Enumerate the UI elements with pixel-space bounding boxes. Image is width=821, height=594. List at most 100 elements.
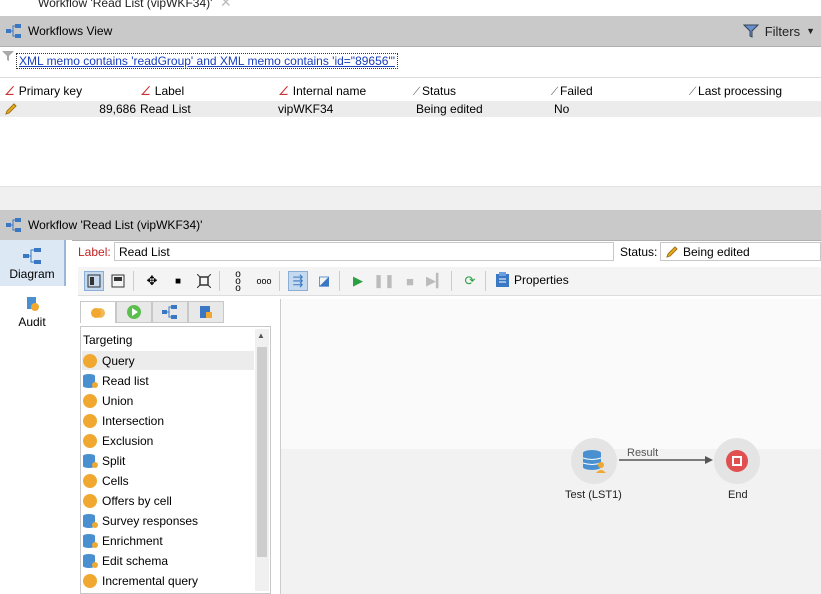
column-header-internal-name[interactable]: ∠ Internal name	[278, 84, 366, 98]
panel-splitter[interactable]	[0, 186, 821, 211]
diagram-canvas[interactable]: Test (LST1) Result End	[280, 299, 821, 594]
play-icon: ▶	[353, 273, 363, 288]
palette-item-label: Edit schema	[102, 553, 169, 568]
activity-palette: Targeting Query Read list Union Intersectio…	[80, 326, 271, 594]
palette-item-label: Enrichment	[102, 533, 163, 548]
status-field: Being edited	[660, 242, 821, 261]
palette-item-label: Offers by cell	[102, 493, 172, 508]
step-button[interactable]: ▶▎	[426, 271, 446, 291]
palette-item[interactable]: Survey responses	[82, 511, 254, 530]
layout-icon	[111, 274, 125, 288]
node-test-lst1[interactable]	[571, 438, 617, 484]
cell-primary-key: 89,686	[99, 102, 136, 116]
table-row[interactable]: 89,686 Read List vipWKF34 Being edited N…	[0, 101, 821, 117]
transition-icon: ⇶	[292, 273, 304, 288]
query-icon	[83, 353, 97, 368]
properties-button[interactable]: Properties	[496, 272, 569, 287]
survey-icon	[83, 513, 98, 528]
pause-button[interactable]: ❚❚	[373, 271, 395, 291]
tab-actions[interactable]	[152, 301, 188, 323]
column-header-status[interactable]: ∕ Status	[416, 84, 456, 98]
nav-audit[interactable]: Audit	[0, 296, 64, 336]
workflow-icon	[6, 24, 21, 38]
pencil-icon	[666, 246, 678, 258]
palette-item-label: Read list	[102, 373, 149, 388]
actual-size-button[interactable]: ■	[168, 271, 188, 291]
tab-targeting[interactable]	[80, 301, 116, 323]
move-button[interactable]: ✥	[142, 271, 162, 291]
column-header-failed[interactable]: ∕ Failed	[554, 84, 593, 98]
cell-label: Read List	[140, 102, 191, 116]
close-icon[interactable]: ✕	[220, 0, 232, 11]
palette-item[interactable]: Edit schema	[82, 551, 254, 570]
filter-expression-link[interactable]: XML memo contains 'readGroup' and XML me…	[16, 53, 398, 69]
cell-failed: No	[554, 102, 570, 116]
palette-item[interactable]: Split	[82, 451, 254, 470]
palette-item-label: Exclusion	[102, 433, 154, 448]
workflow-label-row: Label: Read List Status: Being edited	[72, 240, 821, 266]
union-icon	[83, 393, 97, 408]
incremental-query-icon	[83, 573, 97, 588]
intersection-icon	[83, 413, 97, 428]
layout-vertical-button[interactable]	[108, 271, 128, 291]
tab-events[interactable]	[188, 301, 224, 323]
palette-item-label: Union	[102, 393, 134, 408]
column-header-primary-key[interactable]: ∠ Primary key	[4, 84, 82, 98]
label-input[interactable]: Read List	[114, 242, 614, 261]
start-button[interactable]: ▶	[348, 271, 368, 291]
palette-item[interactable]: Offers by cell	[82, 491, 254, 510]
palette-item[interactable]: Query	[82, 351, 254, 370]
nav-audit-label: Audit	[18, 315, 46, 329]
layout-horizontal-button[interactable]	[84, 271, 104, 291]
palette-item[interactable]: Exclusion	[82, 431, 254, 450]
column-header-label[interactable]: ∠ Label	[140, 84, 184, 98]
horizontal-align-button[interactable]: ooo	[254, 271, 274, 291]
diagram-toolbar: ✥ ■ ooo ooo ⇶ ◪ ▶ ❚❚ ■ ▶▎ ⟳ Properties	[78, 267, 821, 296]
fit-icon	[197, 274, 211, 288]
transition-button[interactable]: ⇶	[288, 271, 308, 291]
palette-item[interactable]: Incremental query	[82, 571, 254, 590]
palette-item-label: Cells	[102, 473, 129, 488]
nav-diagram[interactable]: Diagram	[0, 240, 66, 286]
filters-label: Filters	[764, 23, 801, 39]
refresh-icon: ⟳	[464, 273, 476, 288]
node-end-label: End	[728, 489, 748, 501]
stop-icon: ■	[406, 273, 414, 289]
scrollbar-thumb[interactable]	[257, 347, 267, 557]
horizontal-dots-icon: ooo	[256, 276, 272, 286]
tab-flow-control[interactable]	[116, 301, 152, 323]
node-end[interactable]	[714, 438, 760, 484]
workflow-editor-title: Workflow 'Read List (vipWKF34)'	[28, 218, 203, 232]
step-icon: ▶▎	[426, 273, 446, 288]
column-header-last-processing[interactable]: ∕ Last processing	[692, 84, 782, 98]
editor-left-nav: Diagram Audit	[0, 240, 72, 594]
filters-button[interactable]: Filters ▼	[742, 21, 815, 41]
fit-to-window-button[interactable]	[194, 271, 214, 291]
palette-item[interactable]: Enrichment	[82, 531, 254, 550]
palette-item[interactable]: Read list	[82, 371, 254, 390]
palette-item[interactable]: Union	[82, 391, 254, 410]
properties-icon	[496, 272, 509, 287]
hide-icon: ◪	[317, 273, 331, 288]
filter-small-icon	[2, 51, 14, 61]
label-caption: Label:	[78, 245, 111, 259]
refresh-button[interactable]: ⟳	[460, 271, 480, 291]
flow-control-icon	[127, 305, 141, 319]
read-list-icon	[582, 450, 606, 473]
palette-item-label: Split	[102, 453, 126, 468]
enrichment-icon	[83, 533, 98, 548]
palette-item[interactable]: Intersection	[82, 411, 254, 430]
properties-label: Properties	[514, 272, 569, 287]
offers-icon	[83, 493, 97, 508]
nav-diagram-label: Diagram	[9, 267, 55, 281]
stop-button[interactable]: ■	[400, 271, 420, 291]
hide-button[interactable]: ◪	[314, 271, 334, 291]
palette-item-label: Intersection	[102, 413, 165, 428]
move-icon: ✥	[146, 273, 158, 288]
palette-item-label: Survey responses	[102, 513, 199, 528]
exclusion-icon	[83, 433, 97, 448]
vertical-align-button[interactable]: ooo	[228, 269, 248, 293]
palette-scrollbar[interactable]: ▲	[255, 329, 269, 591]
scroll-up-icon[interactable]: ▲	[257, 331, 265, 340]
palette-item[interactable]: Cells	[82, 471, 254, 490]
